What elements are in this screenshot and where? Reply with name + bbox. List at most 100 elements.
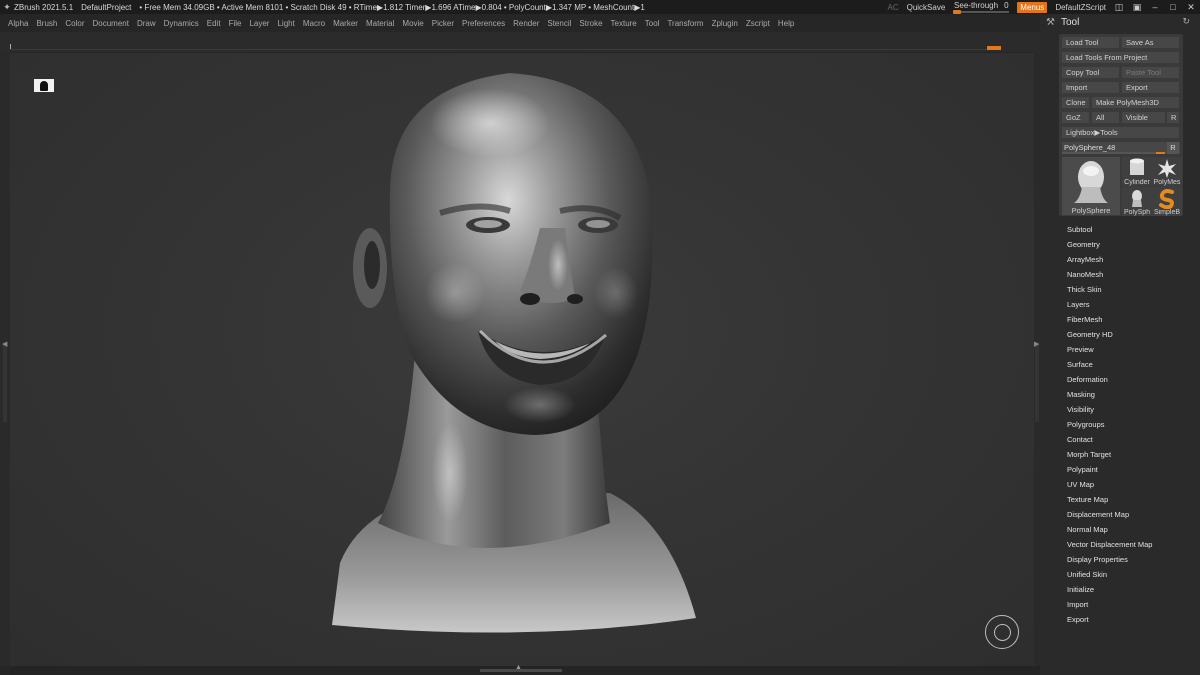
canvas-viewport[interactable] — [10, 53, 1034, 666]
menu-zscript[interactable]: Zscript — [746, 19, 770, 28]
menu-macro[interactable]: Macro — [303, 19, 325, 28]
menu-movie[interactable]: Movie — [402, 19, 423, 28]
tool-thumb-cylinder[interactable]: Cylinder — [1122, 157, 1152, 186]
menu-alpha[interactable]: Alpha — [8, 19, 28, 28]
subpalette-displacement-map[interactable]: Displacement Map — [1067, 510, 1129, 519]
menu-stencil[interactable]: Stencil — [547, 19, 571, 28]
bottom-tray[interactable]: ▲ — [10, 664, 1040, 675]
subpalette-vector-displacement-map[interactable]: Vector Displacement Map — [1067, 540, 1152, 549]
menu-zplugin[interactable]: Zplugin — [712, 19, 738, 28]
menu-stroke[interactable]: Stroke — [579, 19, 602, 28]
subpalette-fibermesh[interactable]: FiberMesh — [1067, 315, 1102, 324]
menu-layer[interactable]: Layer — [249, 19, 269, 28]
zbrush-logo-icon: ✦ — [3, 1, 11, 12]
see-through-track[interactable] — [953, 10, 1010, 14]
subpalette-layers[interactable]: Layers — [1067, 300, 1090, 309]
subpalette-unified-skin[interactable]: Unified Skin — [1067, 570, 1107, 579]
subpalette-geometry-hd[interactable]: Geometry HD — [1067, 330, 1113, 339]
subpalette-export[interactable]: Export — [1067, 615, 1089, 624]
ac-label[interactable]: AC — [887, 3, 898, 12]
tool-thumb-polymesh[interactable]: PolyMes — [1152, 157, 1182, 186]
subpalette-nanomesh[interactable]: NanoMesh — [1067, 270, 1103, 279]
maximize-icon[interactable]: □ — [1168, 2, 1178, 12]
quicksave-button[interactable]: QuickSave — [907, 3, 946, 12]
tool-slider-r-button[interactable]: R — [1167, 142, 1179, 154]
right-tray-handle[interactable] — [1035, 342, 1039, 422]
tool-thumb-polysph[interactable]: PolySph — [1122, 187, 1152, 216]
tool-thumb-polysphere[interactable]: PolySphere — [1062, 157, 1120, 215]
subpalette-masking[interactable]: Masking — [1067, 390, 1095, 399]
paste-tool-button[interactable]: Paste Tool — [1122, 67, 1179, 78]
menu-texture[interactable]: Texture — [611, 19, 637, 28]
navigation-gizmo-icon[interactable] — [985, 615, 1019, 649]
subpalette-polygroups[interactable]: Polygroups — [1067, 420, 1105, 429]
menu-material[interactable]: Material — [366, 19, 394, 28]
make-polymesh3d-button[interactable]: Make PolyMesh3D — [1092, 97, 1179, 108]
tool-slider-knob[interactable] — [1156, 152, 1165, 154]
menus-toggle-button[interactable]: Menus — [1017, 1, 1048, 13]
menu-color[interactable]: Color — [65, 19, 84, 28]
subpalette-contact[interactable]: Contact — [1067, 435, 1093, 444]
subpalette-texture-map[interactable]: Texture Map — [1067, 495, 1108, 504]
load-tools-from-project-button[interactable]: Load Tools From Project — [1062, 52, 1179, 63]
clone-button[interactable]: Clone — [1062, 97, 1089, 108]
copy-tool-button[interactable]: Copy Tool — [1062, 67, 1119, 78]
restore-icon[interactable]: ▣ — [1132, 2, 1142, 12]
load-tool-button[interactable]: Load Tool — [1062, 37, 1119, 48]
right-tray-arrow-icon[interactable]: ▶ — [1034, 340, 1039, 348]
subpalette-preview[interactable]: Preview — [1067, 345, 1094, 354]
import-button[interactable]: Import — [1062, 82, 1119, 93]
window-layout-icon[interactable]: ◫ — [1114, 2, 1124, 12]
subpalette-display-properties[interactable]: Display Properties — [1067, 555, 1128, 564]
left-tray-arrow-icon[interactable]: ◀ — [2, 340, 7, 348]
subpalette-geometry[interactable]: Geometry — [1067, 240, 1100, 249]
export-button[interactable]: Export — [1122, 82, 1179, 93]
subpalette-uv-map[interactable]: UV Map — [1067, 480, 1094, 489]
left-tray-handle[interactable] — [3, 342, 7, 422]
subpalette-polypaint[interactable]: Polypaint — [1067, 465, 1098, 474]
menu-render[interactable]: Render — [513, 19, 539, 28]
subpalette-thick-skin[interactable]: Thick Skin — [1067, 285, 1102, 294]
menu-transform[interactable]: Transform — [667, 19, 703, 28]
menu-document[interactable]: Document — [93, 19, 129, 28]
tool-palette-header[interactable]: ⚒ Tool ↻ — [1040, 14, 1200, 30]
subpalette-arraymesh[interactable]: ArrayMesh — [1067, 255, 1103, 264]
sculpted-head-model[interactable] — [10, 53, 1034, 666]
subpalette-morph-target[interactable]: Morph Target — [1067, 450, 1111, 459]
goz-all-button[interactable]: All — [1092, 112, 1119, 123]
menu-tool[interactable]: Tool — [645, 19, 660, 28]
menu-file[interactable]: File — [229, 19, 242, 28]
subpalette-deformation[interactable]: Deformation — [1067, 375, 1108, 384]
save-as-button[interactable]: Save As — [1122, 37, 1179, 48]
menu-picker[interactable]: Picker — [432, 19, 454, 28]
current-tool-slider[interactable]: PolySphere_48 R — [1062, 142, 1180, 154]
menu-light[interactable]: Light — [277, 19, 294, 28]
menu-marker[interactable]: Marker — [333, 19, 358, 28]
subpalette-surface[interactable]: Surface — [1067, 360, 1093, 369]
tool-slider-track[interactable] — [1062, 152, 1158, 154]
menu-preferences[interactable]: Preferences — [462, 19, 505, 28]
menu-edit[interactable]: Edit — [207, 19, 221, 28]
minimize-icon[interactable]: – — [1150, 2, 1160, 12]
subpalette-visibility[interactable]: Visibility — [1067, 405, 1094, 414]
menu-draw[interactable]: Draw — [137, 19, 156, 28]
subpalette-normal-map[interactable]: Normal Map — [1067, 525, 1108, 534]
goz-r-button[interactable]: R — [1167, 112, 1179, 123]
subpalette-initialize[interactable]: Initialize — [1067, 585, 1094, 594]
shelf-orange-marker[interactable] — [987, 46, 1001, 50]
subpalette-import[interactable]: Import — [1067, 600, 1088, 609]
menu-brush[interactable]: Brush — [36, 19, 57, 28]
menu-dynamics[interactable]: Dynamics — [164, 19, 199, 28]
default-zscript-button[interactable]: DefaultZScript — [1055, 3, 1106, 12]
goz-button[interactable]: GoZ — [1062, 112, 1089, 123]
tool-thumb-simplebrush[interactable]: SimpleB — [1152, 187, 1182, 216]
see-through-slider[interactable]: See-through 0 — [953, 1, 1010, 14]
subpalette-subtool[interactable]: Subtool — [1067, 225, 1092, 234]
close-icon[interactable]: ✕ — [1186, 2, 1196, 12]
menu-help[interactable]: Help — [778, 19, 794, 28]
palette-refresh-icon[interactable]: ↻ — [1182, 16, 1190, 27]
bottom-tray-arrow-icon[interactable]: ▲ — [515, 664, 522, 671]
goz-visible-button[interactable]: Visible — [1122, 112, 1165, 123]
lightbox-tools-button[interactable]: Lightbox▶Tools — [1062, 127, 1179, 138]
left-tray-edge[interactable]: ◀ — [0, 52, 10, 666]
